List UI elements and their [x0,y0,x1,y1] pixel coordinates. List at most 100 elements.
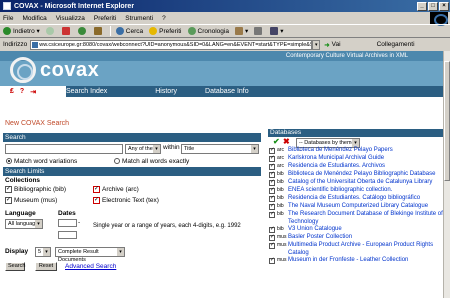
database-checkbox[interactable] [269,195,275,203]
collection-bib-checkbox[interactable] [5,185,12,193]
database-checkbox[interactable] [269,234,275,242]
stop-button[interactable] [61,27,72,35]
database-checkbox[interactable] [269,203,275,211]
nav-search-index[interactable]: Search Index [66,88,107,95]
database-name-link[interactable]: Multimedia Product Archive - European Pr… [288,242,433,256]
database-item[interactable]: musMuseum in der Fronfeste - Leather Col… [268,257,448,265]
forward-button[interactable] [45,27,56,35]
database-checkbox[interactable] [269,179,275,187]
menu-modifica[interactable]: Modifica [22,15,46,22]
database-checkbox[interactable] [269,257,275,265]
scrollbar-thumb[interactable] [444,61,450,181]
match-exact-radio[interactable] [114,158,120,164]
database-name-link[interactable]: Residencia de Estudiantes. Catálogo bibl… [288,195,420,201]
history-button[interactable]: Cronologia [187,27,229,35]
back-button[interactable]: Indietro ▾ [3,27,40,35]
database-item[interactable]: arc Biblioteca de Menéndez Pelayo Papers [268,147,448,155]
help-icon[interactable]: ? [20,88,24,95]
menu-visualizza[interactable]: Visualizza [56,15,85,22]
collection-tex-checkbox[interactable] [93,196,100,204]
address-label: Indirizzo [3,41,28,48]
language-select[interactable]: All languages [5,219,43,229]
select-all-check-icon[interactable]: ✔ [273,137,280,146]
deselect-all-x-icon[interactable]: ✖ [283,137,290,146]
database-checkbox[interactable] [269,226,275,234]
database-checkbox[interactable] [269,211,275,219]
database-item[interactable]: musMultimedia Product Archive - European… [268,242,448,257]
search-button[interactable]: Cerca [115,27,143,35]
go-button[interactable]: ➜ Vai [324,41,340,49]
display-label: Display [5,248,29,255]
database-item[interactable]: bib The Research Document Database of Ble… [268,211,448,226]
collection-archive[interactable]: Archive (arc) [93,185,139,193]
database-name-link[interactable]: Karlskrona Municipal Archival Guide [288,155,384,161]
database-name-link[interactable]: The Research Document Database of Blekin… [288,211,443,225]
database-name-link[interactable]: V3 Union Catalogue [288,226,342,232]
minimize-button[interactable]: _ [417,1,427,11]
favorites-button[interactable]: Preferiti [149,27,182,35]
close-button[interactable]: × [439,1,449,11]
exit-icon[interactable]: ⇥ [30,88,36,96]
database-checkbox[interactable] [269,242,275,250]
match-variations-option[interactable]: Match word variations [6,158,77,165]
search-field-select[interactable]: Title [181,144,259,154]
home-button[interactable] [93,27,104,35]
menu-strumenti[interactable]: Strumenti [125,15,153,22]
refresh-button[interactable] [77,27,88,35]
collection-museum[interactable]: Museum (mus) [5,196,57,204]
database-item[interactable]: arc Karlskrona Municipal Archival Guide [268,155,448,163]
mail-button[interactable]: ▾ [234,27,248,35]
database-checkbox[interactable] [269,187,275,195]
reset-button[interactable]: Reset [35,262,57,271]
match-exact-option[interactable]: Match all words exactly [114,158,189,165]
maximize-button[interactable]: □ [428,1,438,11]
address-dropdown[interactable]: ▾ [312,39,321,50]
advanced-search-link[interactable]: Advanced Search [65,263,116,270]
database-name-link[interactable]: Basler Poster Collection [288,234,352,240]
database-checkbox[interactable] [269,171,275,179]
database-name-link[interactable]: Catalog of the Universitat Oberta de Cat… [288,179,432,185]
date-to-input[interactable] [58,231,77,239]
collection-bibliographic[interactable]: Bibliographic (bib) [5,185,66,193]
edit-button[interactable]: ▾ [270,27,283,35]
term-operator-select[interactable]: Any of these [125,144,161,154]
search-submit-button[interactable]: Search [5,262,25,271]
database-name-link[interactable]: Museum in der Fronfeste - Leather Collec… [288,257,408,263]
database-item[interactable]: bib V3 Union Catalogue [268,226,448,234]
database-item[interactable]: bib ENEA scientific bibliographic collect… [268,187,448,195]
collection-electronic-text[interactable]: Electronic Text (tex) [93,196,159,204]
database-item[interactable]: bib The Naval Museum Computerized Library… [268,203,448,211]
print-button[interactable] [254,27,264,35]
database-item[interactable]: musBasler Poster Collection [268,234,448,242]
database-name-link[interactable]: The Naval Museum Computerized Library Ca… [288,203,428,209]
address-input[interactable]: ww.csiceurope.gr:8080/covax/webconnect?U… [30,39,313,50]
page-scrollbar[interactable] [443,51,450,298]
links-toolbar[interactable]: Collegamenti [377,41,415,48]
database-type-code: mus [277,234,287,240]
nav-history[interactable]: History [155,88,177,95]
menu-help[interactable]: ? [162,15,166,22]
display-mode-select[interactable]: Complete Result Documents [55,247,125,263]
database-item[interactable]: bib Catalog of the Universitat Oberta de … [268,179,448,187]
collection-mus-checkbox[interactable] [5,196,12,204]
language-icon[interactable]: ₤ [10,88,14,95]
search-term-input[interactable] [5,144,123,154]
database-name-link[interactable]: Biblioteca de Menéndez Pelayo Papers [288,147,393,153]
database-name-link[interactable]: Residencia de Estudiantes. Archivos [288,163,385,169]
database-item[interactable]: bib Biblioteca de Menéndez Pelayo Bibliog… [268,171,448,179]
database-item[interactable]: bib Residencia de Estudiantes. Catálogo b… [268,195,448,203]
menu-preferiti[interactable]: Preferiti [94,15,116,22]
database-name-link[interactable]: ENEA scientific bibliographic collection… [288,187,392,193]
display-count-select[interactable]: 5 [35,247,51,257]
date-from-input[interactable] [58,219,77,227]
menu-file[interactable]: File [3,15,13,22]
covax-logo[interactable]: covax [10,56,99,83]
database-item[interactable]: arc Residencia de Estudiantes. Archivos [268,163,448,171]
database-checkbox[interactable] [269,155,275,163]
database-name-link[interactable]: Biblioteca de Menéndez Pelayo Bibliograp… [288,171,435,177]
database-checkbox[interactable] [269,147,275,155]
database-checkbox[interactable] [269,163,275,171]
match-variations-radio[interactable] [6,158,12,164]
collection-arc-checkbox[interactable] [93,185,100,193]
nav-database-info[interactable]: Database Info [205,88,249,95]
